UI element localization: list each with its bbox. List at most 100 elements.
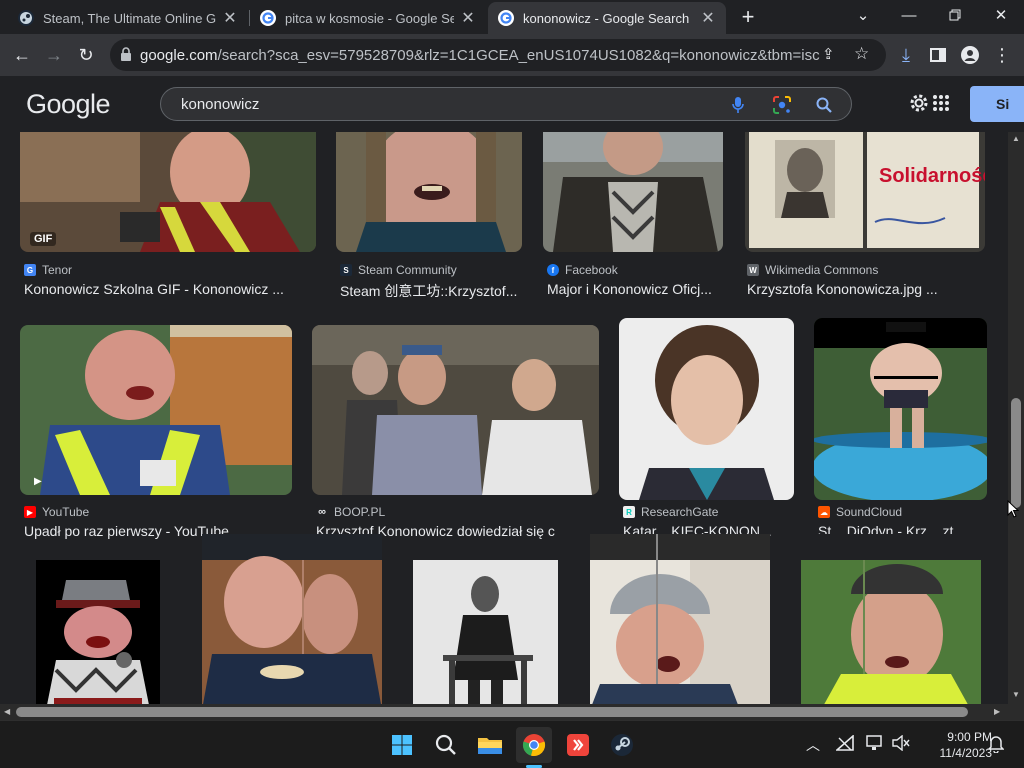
file-explorer-icon[interactable] bbox=[472, 727, 508, 763]
google-icon bbox=[498, 10, 514, 26]
result-source[interactable]: ☁ SoundCloud bbox=[818, 505, 902, 519]
result-image-eating[interactable] bbox=[202, 534, 382, 704]
scroll-down-icon[interactable]: ▼ bbox=[1012, 690, 1020, 699]
profile-icon[interactable] bbox=[954, 39, 986, 71]
mic-icon[interactable] bbox=[727, 94, 749, 116]
windows-taskbar: ︿ 9:00 PM 11/4/2023 bbox=[0, 720, 1024, 768]
minimize-icon[interactable]: — bbox=[886, 0, 932, 30]
result-source[interactable]: S Steam Community bbox=[340, 263, 457, 277]
tab-steam[interactable]: Steam, The Ultimate Online Game Platform… bbox=[8, 2, 248, 34]
browser-toolbar: ← → ↻ google.com/search?sca_esv=57952870… bbox=[0, 34, 1024, 76]
sign-in-button[interactable]: Si bbox=[970, 86, 1024, 122]
address-bar[interactable]: google.com/search?sca_esv=579528709&rlz=… bbox=[110, 39, 886, 71]
reload-icon[interactable]: ↻ bbox=[70, 39, 102, 71]
menu-kebab-icon[interactable]: ⋮ bbox=[986, 39, 1018, 71]
soundcloud-icon: ☁ bbox=[818, 506, 830, 518]
new-tab-button[interactable]: + bbox=[736, 6, 760, 30]
windows-start-icon[interactable] bbox=[384, 727, 420, 763]
restore-icon[interactable] bbox=[932, 0, 978, 30]
result-source[interactable]: R ResearchGate bbox=[623, 505, 718, 519]
result-image-steam[interactable] bbox=[336, 132, 522, 252]
close-tab-icon[interactable]: ✕ bbox=[700, 8, 716, 28]
lock-icon bbox=[120, 47, 132, 66]
result-image-facebook[interactable] bbox=[543, 132, 723, 252]
wikimedia-icon: W bbox=[747, 264, 759, 276]
search-box[interactable]: kononowicz bbox=[160, 87, 852, 121]
horizontal-scrollbar[interactable]: ◀ ▶ bbox=[0, 704, 1024, 720]
tab-kononowicz[interactable]: kononowicz - Google Search ✕ bbox=[488, 2, 726, 34]
close-tab-icon[interactable]: ✕ bbox=[460, 8, 476, 28]
youtube-icon: ▶ bbox=[24, 506, 36, 518]
lens-icon[interactable] bbox=[771, 94, 793, 116]
result-source[interactable]: f Facebook bbox=[547, 263, 618, 277]
display-icon[interactable] bbox=[866, 735, 884, 754]
clock-time: 9:00 PM bbox=[947, 730, 992, 744]
scroll-right-icon[interactable]: ▶ bbox=[994, 707, 1000, 716]
result-title[interactable]: Major i Kononowicz Oficj... bbox=[547, 281, 727, 297]
side-panel-icon[interactable] bbox=[922, 39, 954, 71]
settings-gear-icon[interactable] bbox=[908, 92, 930, 119]
forward-icon[interactable]: → bbox=[38, 39, 70, 71]
url-path: /search?sca_esv=579528709&rlz=1C1GCEA_en… bbox=[217, 47, 820, 64]
tab-title: pitca w kosmosie - Google Search bbox=[285, 10, 454, 26]
result-image-cartoon[interactable] bbox=[36, 560, 160, 704]
result-title[interactable]: Krzysztofa Kononowicza.jpg ... bbox=[747, 281, 987, 297]
notification-bell-icon[interactable] bbox=[987, 735, 1005, 756]
clock-date: 11/4/2023 bbox=[939, 746, 993, 760]
back-icon[interactable]: ← bbox=[6, 39, 38, 71]
steam-icon: S bbox=[340, 264, 352, 276]
result-image-boop[interactable] bbox=[312, 325, 599, 495]
google-icon bbox=[260, 10, 276, 26]
bookmark-star-icon[interactable]: ☆ bbox=[854, 44, 869, 64]
share-icon[interactable]: ⇪ bbox=[822, 45, 835, 63]
gif-badge: GIF bbox=[30, 232, 57, 246]
search-input[interactable]: kononowicz bbox=[181, 96, 259, 113]
chrome-icon[interactable] bbox=[516, 727, 552, 763]
steam-icon bbox=[18, 10, 34, 26]
search-icon[interactable] bbox=[813, 94, 835, 116]
result-image-wikimedia[interactable]: Solidarność bbox=[745, 132, 985, 252]
vertical-scroll-thumb[interactable] bbox=[1011, 398, 1021, 508]
tab-search-icon[interactable]: ⌄ bbox=[840, 0, 886, 30]
result-source[interactable]: ▶ YouTube bbox=[24, 505, 89, 519]
result-title[interactable]: Steam 创意工坊::Krzysztof... bbox=[340, 281, 526, 301]
mouse-cursor-icon bbox=[1007, 499, 1020, 523]
steam-icon[interactable] bbox=[604, 727, 640, 763]
download-icon[interactable]: ⤓ bbox=[890, 39, 922, 71]
google-logo[interactable]: Google bbox=[26, 89, 111, 120]
result-image-soundcloud[interactable] bbox=[814, 318, 987, 500]
volume-muted-icon[interactable] bbox=[892, 734, 910, 754]
tab-title: kononowicz - Google Search bbox=[523, 10, 690, 26]
tab-title: Steam, The Ultimate Online Game Platform bbox=[43, 10, 216, 26]
search-icon[interactable] bbox=[428, 727, 464, 763]
scroll-up-icon[interactable]: ▲ bbox=[1012, 134, 1020, 143]
result-image-portrait[interactable] bbox=[413, 560, 558, 704]
result-image-vest[interactable] bbox=[801, 534, 981, 704]
close-tab-icon[interactable]: ✕ bbox=[222, 8, 238, 28]
result-source[interactable]: ∞ BOOP.PL bbox=[316, 505, 385, 519]
facebook-icon: f bbox=[547, 264, 559, 276]
result-title[interactable]: Kononowicz Szkolna GIF - Kononowicz ... bbox=[24, 281, 304, 297]
tenor-icon: G bbox=[24, 264, 36, 276]
anydesk-icon[interactable] bbox=[560, 727, 596, 763]
url-text: google.com/search?sca_esv=579528709&rlz=… bbox=[140, 47, 820, 64]
horizontal-scroll-thumb[interactable] bbox=[16, 707, 968, 717]
network-icon[interactable] bbox=[834, 734, 854, 754]
svg-text:Solidarność: Solidarność bbox=[879, 165, 985, 187]
result-source[interactable]: G Tenor bbox=[24, 263, 72, 277]
scroll-left-icon[interactable]: ◀ bbox=[4, 707, 10, 716]
tab-pitca[interactable]: pitca w kosmosie - Google Search ✕ bbox=[250, 2, 486, 34]
result-image-researchgate[interactable] bbox=[619, 318, 794, 500]
result-image-tenor[interactable]: GIF bbox=[20, 132, 316, 252]
result-image-youtube[interactable]: ▶ bbox=[20, 325, 292, 495]
result-source[interactable]: W Wikimedia Commons bbox=[747, 263, 878, 277]
close-window-icon[interactable]: ✕ bbox=[978, 0, 1024, 30]
system-clock[interactable]: 9:00 PM 11/4/2023 bbox=[920, 729, 993, 761]
tray-chevron-up-icon[interactable]: ︿ bbox=[806, 735, 820, 755]
image-results: GIF Solidarność G Tenor Kononowicz Szkol… bbox=[0, 132, 1008, 704]
result-image-helmet[interactable] bbox=[590, 534, 770, 704]
vertical-scrollbar[interactable]: ▲ ▼ bbox=[1008, 132, 1024, 704]
google-header: Google kononowicz Si bbox=[0, 76, 1024, 132]
apps-grid-icon[interactable] bbox=[932, 94, 950, 117]
researchgate-icon: R bbox=[623, 506, 635, 518]
